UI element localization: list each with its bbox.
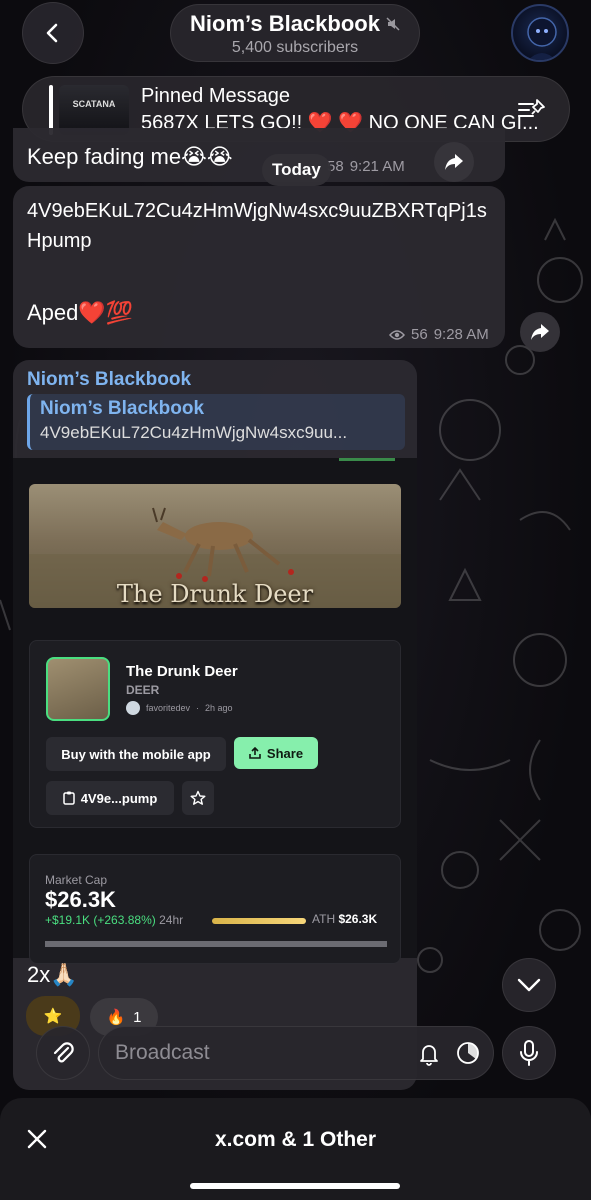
chevron-left-icon (46, 23, 58, 43)
broadcast-input[interactable]: Broadcast (98, 1026, 494, 1080)
home-indicator (190, 1183, 400, 1189)
contract-address-text[interactable]: 4V9ebEKuL72Cu4zHmWjgNw4sxc9uuZBXRTqPj1sH… (27, 196, 497, 256)
paperclip-icon (53, 1042, 74, 1063)
token-banner: The Drunk Deer (29, 484, 401, 608)
date-chip: Today (262, 154, 331, 186)
forward-button[interactable] (520, 312, 560, 352)
token-image (46, 657, 110, 721)
message-meta: 58 9:21 AM (327, 158, 405, 175)
token-symbol: DEER (126, 683, 160, 697)
fire-reaction-icon: 🔥 (106, 1009, 126, 1026)
share-button[interactable]: Share (234, 737, 318, 769)
token-name: The Drunk Deer (126, 663, 238, 680)
reply-name: Niom’s Blackbook (40, 398, 205, 419)
chart-strip (45, 941, 387, 947)
token-info-card: The Drunk Deer DEER favoritedev · 2h ago B… (29, 640, 401, 828)
message-text: 2x🙏🏻 (27, 962, 78, 987)
clipboard-icon (62, 791, 75, 805)
sender-name[interactable]: Niom’s Blackbook (27, 369, 191, 391)
back-button[interactable] (22, 2, 84, 64)
attach-button[interactable] (36, 1026, 90, 1080)
muted-icon (386, 17, 400, 31)
market-cap-change: +$19.1K (+263.88%) 24hr (45, 913, 184, 927)
reply-text: 4V9ebEKuL72Cu4zHmWjgNw4sxc9uu... (40, 423, 348, 442)
channel-name: Niom’s Blackbook (190, 11, 380, 36)
dev-avatar-icon (126, 701, 140, 715)
forward-button[interactable] (434, 142, 474, 182)
message-bubble[interactable]: Keep fading me😭😭 58 9:21 AM (13, 128, 505, 182)
microphone-icon (520, 1040, 538, 1066)
banner-title: The Drunk Deer (116, 580, 314, 608)
reply-preview[interactable]: Niom’s Blackbook 4V9ebEKuL72Cu4zHmWjgNw4… (27, 394, 405, 450)
market-cap-label: Market Cap (45, 873, 108, 887)
top-accent (339, 458, 395, 461)
buy-mobile-button[interactable]: Buy with the mobile app (46, 737, 226, 771)
pinned-title: Pinned Message (141, 85, 290, 107)
ath-progress-fill (212, 918, 306, 924)
channel-header[interactable]: Niom’s Blackbook 5,400 subscribers (170, 4, 420, 62)
ath-label: ATH $26.3K (312, 912, 378, 926)
ath-progress-bar (212, 918, 306, 924)
scroll-down-button[interactable] (502, 958, 556, 1012)
screenshot-image[interactable]: The Drunk Deer The Drunk Deer DEER favor… (13, 458, 417, 964)
reaction-count: 1 (133, 1008, 142, 1026)
share-icon (249, 747, 261, 759)
channel-avatar[interactable] (511, 4, 569, 62)
timer-icon[interactable] (455, 1040, 481, 1066)
subscriber-count: 5,400 subscribers (231, 39, 359, 56)
favorite-button[interactable] (182, 781, 214, 815)
sheet-title: x.com & 1 Other (214, 1128, 377, 1151)
copy-address-button[interactable]: 4V9e...pump (46, 781, 174, 815)
views-eye-icon (389, 329, 405, 340)
bell-icon[interactable] (417, 1041, 441, 1067)
message-meta: 56 9:28 AM (389, 326, 489, 343)
input-placeholder: Broadcast (115, 1041, 210, 1064)
market-cap-value: $26.3K (45, 887, 116, 912)
message-bubble[interactable]: 4V9ebEKuL72Cu4zHmWjgNw4sxc9uuZBXRTqPj1sH… (13, 186, 505, 348)
forward-icon (531, 324, 549, 340)
message-text: Aped❤️💯 (27, 300, 134, 325)
chevron-down-icon (517, 978, 541, 992)
star-reaction-icon: ⭐ (43, 1008, 63, 1025)
market-cap-card: Market Cap $26.3K +$19.1K (+263.88%) 24h… (29, 854, 401, 964)
message-text: Keep fading me😭😭 (27, 144, 233, 169)
pinned-list-icon[interactable] (517, 97, 547, 123)
message-bubble[interactable]: Niom’s Blackbook Niom’s Blackbook 4V9ebE… (13, 360, 417, 1090)
star-icon (190, 790, 206, 805)
forward-icon (445, 154, 463, 170)
dev-info: favoritedev · 2h ago (126, 701, 233, 715)
voice-message-button[interactable] (502, 1026, 556, 1080)
